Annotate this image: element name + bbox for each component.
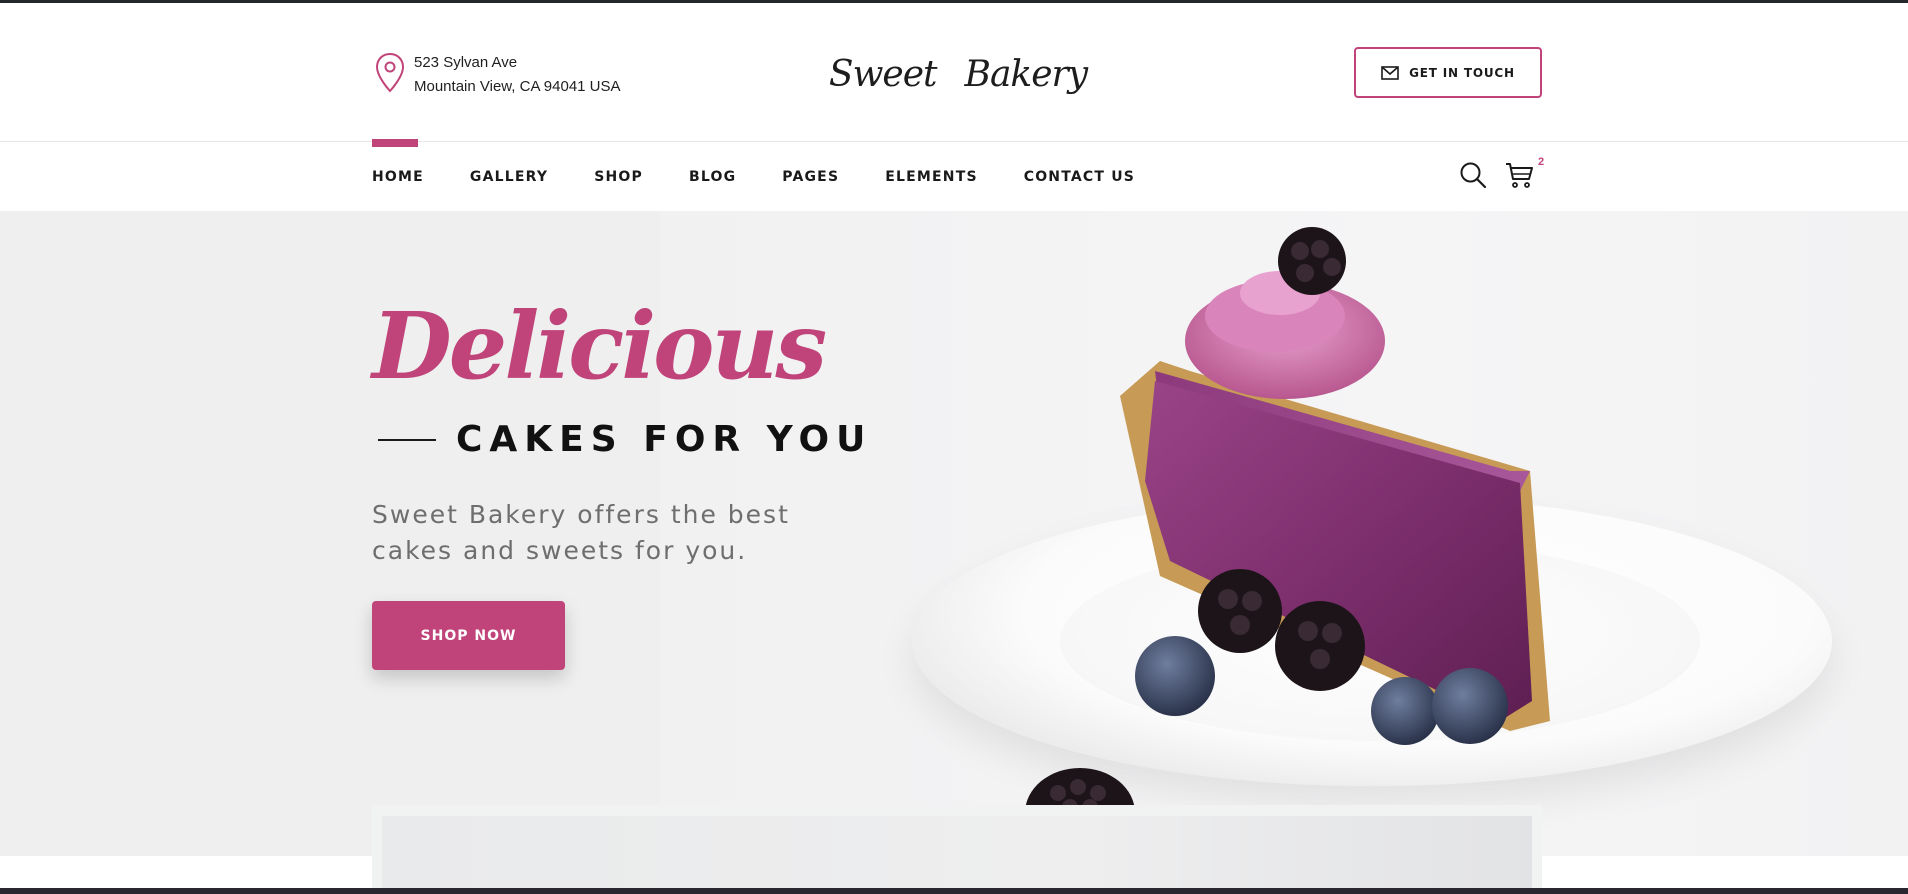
nav-item-home[interactable]: HOME [372,139,424,211]
cart-count-badge: 2 [1538,156,1545,168]
cart-icon [1506,163,1533,188]
subheadline-rule [378,438,436,441]
get-in-touch-button[interactable]: GET IN TOUCH [1354,47,1542,98]
nav-icons: 2 [1458,156,1544,190]
mail-icon [1381,65,1399,80]
featured-card-image [382,816,1532,894]
address-block: 523 Sylvan Ave Mountain View, CA 94041 U… [372,51,621,99]
nav-item-pages[interactable]: PAGES [782,142,839,211]
nav-item-elements[interactable]: ELEMENTS [885,142,978,211]
shop-now-label: SHOP NOW [420,627,517,644]
logo-word-right: Bakery [964,53,1088,95]
logo-word-left: Sweet [828,53,938,95]
cake-slice-image [1120,227,1550,745]
bottom-dark-strip [0,888,1908,894]
nav-item-blog[interactable]: BLOG [689,142,736,211]
nav-item-gallery[interactable]: GALLERY [470,142,548,211]
hero-headline: Delicious [372,292,827,400]
search-button[interactable] [1458,160,1488,190]
address-line-2: Mountain View, CA 94041 USA [414,78,621,95]
nav-item-shop[interactable]: SHOP [594,142,643,211]
hero-section: Delicious CAKES FOR YOU Sweet Bakery off… [0,211,1908,856]
site-logo[interactable]: Sweet Bakery [829,43,1088,105]
site-header: 523 Sylvan Ave Mountain View, CA 94041 U… [0,3,1908,142]
cart-button[interactable]: 2 [1504,156,1544,190]
hero-description: Sweet Bakery offers the best cakes and s… [372,500,790,565]
search-icon [1460,162,1487,189]
nav-item-contact-us[interactable]: CONTACT US [1024,142,1135,211]
hero-subheadline: CAKES FOR YOU [378,419,872,460]
main-nav: HOME GALLERY SHOP BLOG PAGES ELEMENTS CO… [0,139,1908,211]
address-line-1: 523 Sylvan Ave [414,54,518,71]
nav-menu: HOME GALLERY SHOP BLOG PAGES ELEMENTS CO… [372,139,1181,211]
get-in-touch-label: GET IN TOUCH [1409,65,1515,80]
shop-now-button[interactable]: SHOP NOW [372,601,565,670]
map-pin-icon [375,52,405,93]
subheadline-text: CAKES FOR YOU [456,419,873,460]
